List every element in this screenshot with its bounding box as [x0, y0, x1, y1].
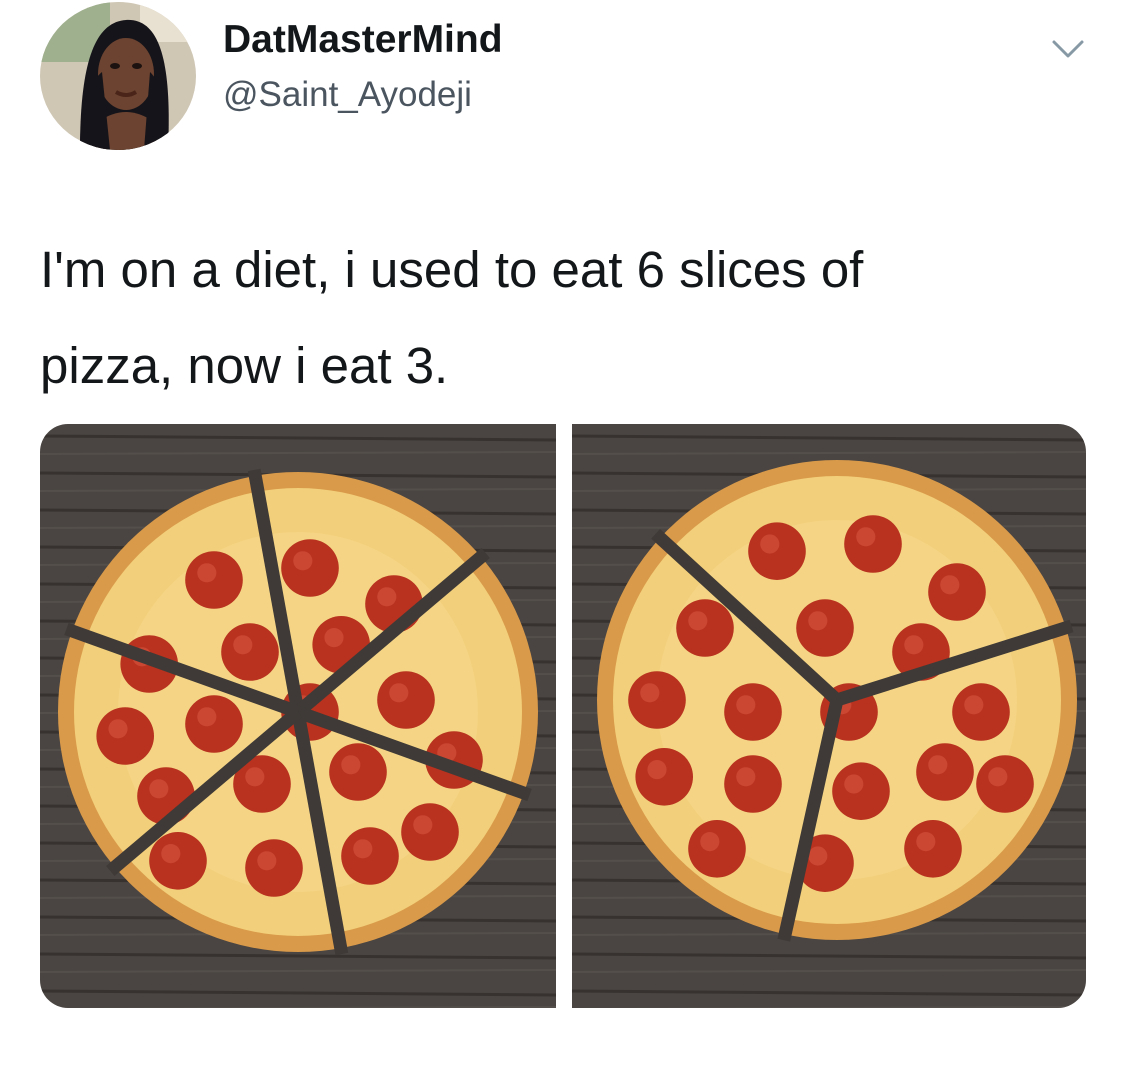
media-panel-three-slices: [572, 424, 1086, 1008]
author-handle[interactable]: @Saint_Ayodeji: [223, 75, 472, 115]
pizza-3-slices-image: [572, 424, 1086, 1008]
avatar-photo: [40, 2, 196, 150]
tweet-media[interactable]: [40, 424, 1086, 1008]
pizza-6-slices-image: [40, 424, 556, 1008]
media-panel-six-slices: [40, 424, 556, 1008]
chevron-down-icon[interactable]: [1046, 28, 1090, 72]
tweet-text: I'm on a diet, i used to eat 6 slices of…: [40, 241, 864, 394]
author-display-name[interactable]: DatMasterMind: [223, 18, 503, 62]
avatar[interactable]: [40, 2, 196, 150]
